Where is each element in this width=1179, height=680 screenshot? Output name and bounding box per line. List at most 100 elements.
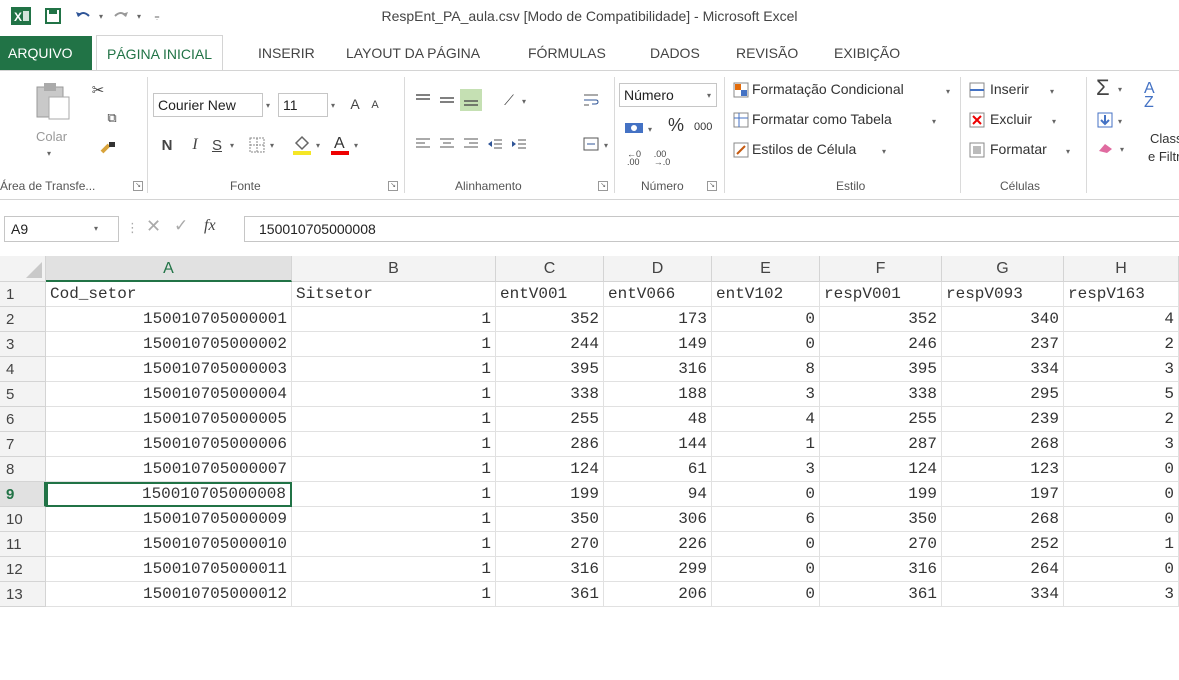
cell-b6[interactable]: 1 bbox=[292, 407, 496, 432]
format-cells-button[interactable]: Formatar bbox=[990, 141, 1047, 157]
delete-cells-button[interactable]: Excluir bbox=[990, 111, 1032, 127]
cell-e12[interactable]: 0 bbox=[712, 557, 820, 582]
cell-a8[interactable]: 150010705000007 bbox=[46, 457, 292, 482]
cell-h3[interactable]: 2 bbox=[1064, 332, 1179, 357]
cell-e3[interactable]: 0 bbox=[712, 332, 820, 357]
column-header-a[interactable]: A bbox=[46, 256, 292, 282]
increase-decimal-icon[interactable]: ←0.00 bbox=[622, 147, 646, 169]
paste-dropdown-icon[interactable]: ▾ bbox=[47, 149, 51, 158]
cell-h5[interactable]: 5 bbox=[1064, 382, 1179, 407]
font-name-select[interactable]: Courier New bbox=[153, 93, 263, 117]
sort-filter-label-2[interactable]: e Filtr bbox=[1148, 149, 1179, 164]
column-header-d[interactable]: D bbox=[604, 256, 712, 282]
cell-c8[interactable]: 124 bbox=[496, 457, 604, 482]
cell-h4[interactable]: 3 bbox=[1064, 357, 1179, 382]
cell-d4[interactable]: 316 bbox=[604, 357, 712, 382]
row-header-6[interactable]: 6 bbox=[0, 407, 46, 432]
insert-cells-button[interactable]: Inserir bbox=[990, 81, 1029, 97]
tab-dados[interactable]: DADOS bbox=[650, 36, 700, 70]
cell-f13[interactable]: 361 bbox=[820, 582, 942, 607]
cell-g13[interactable]: 334 bbox=[942, 582, 1064, 607]
cut-icon[interactable]: ✂ bbox=[86, 79, 110, 101]
cell-a9[interactable]: 150010705000008 bbox=[46, 482, 292, 507]
cell-c3[interactable]: 244 bbox=[496, 332, 604, 357]
cell-f4[interactable]: 395 bbox=[820, 357, 942, 382]
shrink-font-button[interactable]: A bbox=[366, 95, 384, 115]
fill-color-icon[interactable] bbox=[290, 131, 314, 157]
conditional-format-icon[interactable] bbox=[732, 81, 750, 99]
row-header-13[interactable]: 13 bbox=[0, 582, 46, 607]
conditional-format-button[interactable]: Formatação Condicional bbox=[752, 81, 904, 97]
cell-c5[interactable]: 338 bbox=[496, 382, 604, 407]
cell-c12[interactable]: 316 bbox=[496, 557, 604, 582]
cell-h8[interactable]: 0 bbox=[1064, 457, 1179, 482]
cell-c6[interactable]: 255 bbox=[496, 407, 604, 432]
cell-d8[interactable]: 61 bbox=[604, 457, 712, 482]
italic-button[interactable]: I bbox=[184, 133, 206, 157]
font-color-icon[interactable]: A bbox=[328, 131, 352, 157]
row-header-8[interactable]: 8 bbox=[0, 457, 46, 482]
fill-down-icon[interactable] bbox=[1096, 111, 1114, 129]
row-header-12[interactable]: 12 bbox=[0, 557, 46, 582]
cell-f7[interactable]: 287 bbox=[820, 432, 942, 457]
number-format-select[interactable]: Número bbox=[619, 83, 717, 107]
font-size-select[interactable]: 11 bbox=[278, 93, 328, 117]
font-launcher-icon[interactable]: ↘ bbox=[388, 181, 398, 191]
cell-b4[interactable]: 1 bbox=[292, 357, 496, 382]
cell-a7[interactable]: 150010705000006 bbox=[46, 432, 292, 457]
row-header-3[interactable]: 3 bbox=[0, 332, 46, 357]
align-middle-icon[interactable] bbox=[436, 89, 458, 111]
cell-a4[interactable]: 150010705000003 bbox=[46, 357, 292, 382]
grow-font-button[interactable]: A bbox=[345, 93, 365, 115]
cell-c2[interactable]: 352 bbox=[496, 307, 604, 332]
cell-styles-button[interactable]: Estilos de Célula bbox=[752, 141, 856, 157]
cell-f12[interactable]: 316 bbox=[820, 557, 942, 582]
cell-h13[interactable]: 3 bbox=[1064, 582, 1179, 607]
cell-styles-dropdown-icon[interactable]: ▾ bbox=[882, 147, 886, 156]
clipboard-launcher-icon[interactable]: ↘ bbox=[133, 181, 143, 191]
delete-cells-icon[interactable] bbox=[968, 111, 986, 129]
cell-d5[interactable]: 188 bbox=[604, 382, 712, 407]
insert-function-icon[interactable]: fx bbox=[204, 217, 216, 235]
row-header-5[interactable]: 5 bbox=[0, 382, 46, 407]
underline-dropdown-icon[interactable]: ▾ bbox=[230, 141, 234, 150]
cell-d9[interactable]: 94 bbox=[604, 482, 712, 507]
comma-style-button[interactable]: 000 bbox=[694, 121, 712, 133]
cell-c10[interactable]: 350 bbox=[496, 507, 604, 532]
cell-a11[interactable]: 150010705000010 bbox=[46, 532, 292, 557]
font-color-dropdown-icon[interactable]: ▾ bbox=[354, 141, 358, 150]
cell-c9[interactable]: 199 bbox=[496, 482, 604, 507]
cell-a13[interactable]: 150010705000012 bbox=[46, 582, 292, 607]
cell-a12[interactable]: 150010705000011 bbox=[46, 557, 292, 582]
column-header-g[interactable]: G bbox=[942, 256, 1064, 282]
tab-inserir[interactable]: INSERIR bbox=[258, 36, 315, 70]
cell-e2[interactable]: 0 bbox=[712, 307, 820, 332]
cell-d6[interactable]: 48 bbox=[604, 407, 712, 432]
cell-h1[interactable]: respV163 bbox=[1064, 282, 1179, 307]
name-box[interactable]: A9 bbox=[4, 216, 119, 242]
cell-e10[interactable]: 6 bbox=[712, 507, 820, 532]
cell-c1[interactable]: entV001 bbox=[496, 282, 604, 307]
cell-b10[interactable]: 1 bbox=[292, 507, 496, 532]
cell-d13[interactable]: 206 bbox=[604, 582, 712, 607]
format-painter-icon[interactable] bbox=[96, 137, 120, 159]
align-bottom-icon[interactable] bbox=[460, 89, 482, 111]
cell-g12[interactable]: 264 bbox=[942, 557, 1064, 582]
cell-b8[interactable]: 1 bbox=[292, 457, 496, 482]
row-header-10[interactable]: 10 bbox=[0, 507, 46, 532]
tab-arquivo[interactable]: ARQUIVO bbox=[0, 36, 92, 70]
cell-e5[interactable]: 3 bbox=[712, 382, 820, 407]
cell-d2[interactable]: 173 bbox=[604, 307, 712, 332]
cell-e4[interactable]: 8 bbox=[712, 357, 820, 382]
cell-f1[interactable]: respV001 bbox=[820, 282, 942, 307]
insert-cells-icon[interactable] bbox=[968, 81, 986, 99]
cell-b5[interactable]: 1 bbox=[292, 382, 496, 407]
cell-g11[interactable]: 252 bbox=[942, 532, 1064, 557]
cell-e9[interactable]: 0 bbox=[712, 482, 820, 507]
cell-a2[interactable]: 150010705000001 bbox=[46, 307, 292, 332]
cell-g5[interactable]: 295 bbox=[942, 382, 1064, 407]
font-size-dropdown-icon[interactable]: ▾ bbox=[331, 101, 335, 110]
cell-h2[interactable]: 4 bbox=[1064, 307, 1179, 332]
cell-c4[interactable]: 395 bbox=[496, 357, 604, 382]
font-name-dropdown-icon[interactable]: ▾ bbox=[266, 101, 270, 110]
